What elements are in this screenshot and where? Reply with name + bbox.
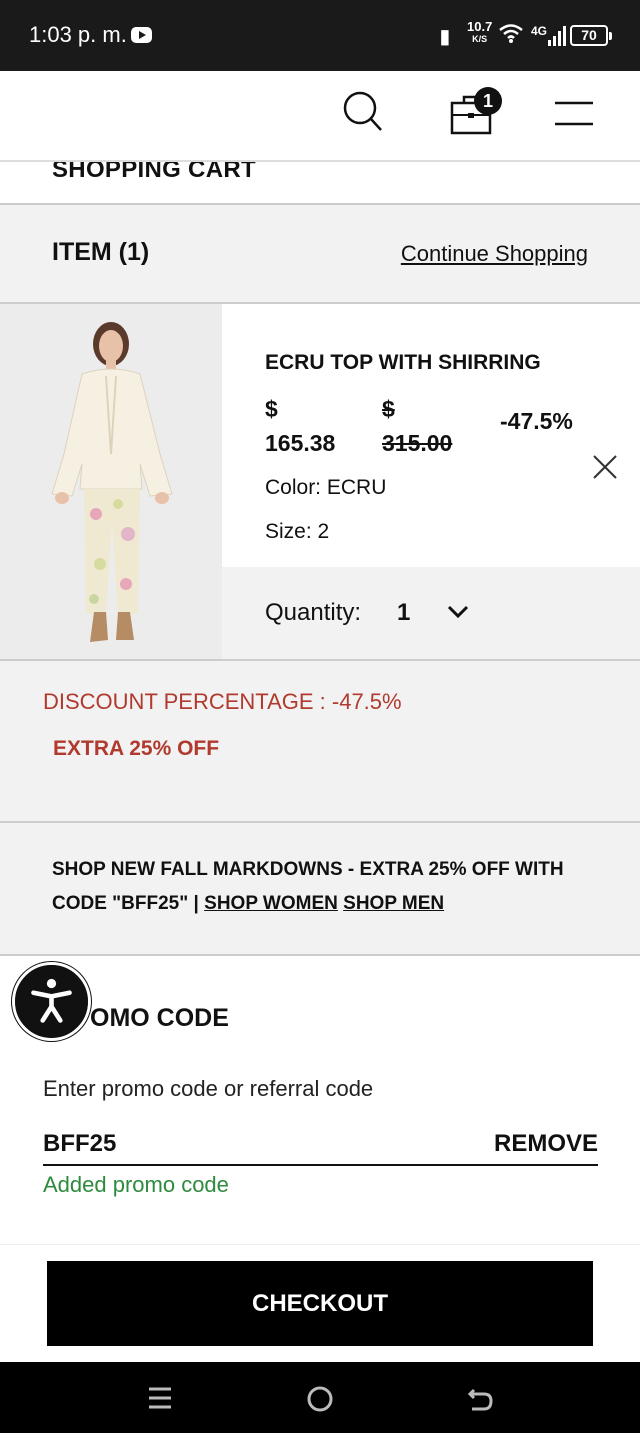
discount-summary: DISCOUNT PERCENTAGE : -47.5% EXTRA 25% O…	[0, 661, 640, 823]
search-icon[interactable]	[343, 91, 383, 133]
sale-price-currency: $	[265, 396, 278, 422]
promo-code-section: OMO CODE Enter promo code or referral co…	[0, 956, 640, 1244]
promo-code-value[interactable]: BFF25	[43, 1130, 116, 1158]
item-color: Color: ECRU	[265, 476, 387, 499]
checkout-bar: CHECKOUT	[0, 1244, 640, 1362]
promo-code-field[interactable]: BFF25 REMOVE	[43, 1122, 598, 1166]
shop-women-link[interactable]: SHOP WOMEN	[204, 893, 338, 914]
network-type: 4G	[531, 24, 548, 38]
chevron-down-icon[interactable]	[447, 605, 469, 619]
original-price-currency: $	[382, 396, 395, 422]
network-speed-unit: K/S	[472, 34, 488, 44]
site-header: 1	[0, 71, 640, 162]
sale-price: $ 165.38	[265, 392, 365, 460]
cart-item: ECRU TOP WITH SHIRRING $ 165.38 $ 315.00…	[0, 304, 640, 661]
item-count: ITEM (1)	[52, 238, 150, 266]
promo-code-hint: Enter promo code or referral code	[43, 1076, 374, 1101]
sale-price-value: 165.38	[265, 430, 336, 456]
status-time: 1:03 p. m.	[29, 22, 127, 47]
shop-men-link[interactable]: SHOP MEN	[343, 893, 444, 914]
youtube-notification-icon	[131, 27, 152, 43]
item-size: Size: 2	[265, 520, 330, 543]
status-bar: 1:03 p. m. ▮ 10.7 K/S 4G 70	[0, 0, 640, 71]
promo-code-title: OMO CODE	[90, 1004, 229, 1033]
hamburger-menu-icon[interactable]	[555, 101, 593, 127]
network-speed-value: 10.7	[467, 19, 493, 34]
promo-status-message: Added promo code	[43, 1172, 229, 1197]
shopping-cart-heading: SHOPPING CART	[0, 162, 640, 205]
promo-code-title-visible: OMO CODE	[90, 1004, 229, 1032]
item-count-bar: ITEM (1) Continue Shopping	[0, 205, 640, 304]
promo-banner-text: SHOP NEW FALL MARKDOWNS - EXTRA 25% OFF …	[52, 853, 592, 921]
product-name[interactable]: ECRU TOP WITH SHIRRING	[265, 351, 541, 375]
back-icon[interactable]	[466, 1385, 494, 1413]
wifi-icon	[499, 24, 523, 43]
accessibility-icon[interactable]	[12, 962, 91, 1041]
product-image[interactable]	[0, 304, 222, 659]
item-details: ECRU TOP WITH SHIRRING $ 165.38 $ 315.00…	[222, 304, 640, 567]
cart-count-badge: 1	[474, 87, 502, 115]
remove-promo-button[interactable]: REMOVE	[494, 1130, 598, 1158]
promo-banner: SHOP NEW FALL MARKDOWNS - EXTRA 25% OFF …	[0, 823, 640, 956]
remove-item-icon[interactable]	[592, 454, 618, 480]
quantity-label: Quantity:	[265, 599, 362, 626]
home-icon[interactable]	[306, 1385, 334, 1413]
quantity-selector[interactable]: 1	[397, 599, 410, 627]
original-price-value: 315.00	[382, 430, 453, 456]
discount-percentage: -47.5%	[500, 408, 573, 434]
extra-discount-label: EXTRA 25% OFF	[53, 737, 220, 760]
page-title: SHOPPING CART	[52, 162, 256, 183]
checkout-button[interactable]: CHECKOUT	[47, 1261, 593, 1346]
continue-shopping-link[interactable]: Continue Shopping	[401, 241, 588, 267]
network-speed: 10.7 K/S	[467, 19, 493, 45]
signal-bars-icon	[548, 26, 566, 46]
vibrate-icon: ▮	[436, 26, 451, 48]
system-navigation-bar	[0, 1362, 640, 1433]
discount-percentage-line: DISCOUNT PERCENTAGE : -47.5%	[43, 689, 402, 714]
original-price: $ 315.00	[382, 392, 482, 460]
recent-apps-icon[interactable]	[147, 1385, 173, 1411]
battery-indicator: 70	[570, 25, 612, 46]
